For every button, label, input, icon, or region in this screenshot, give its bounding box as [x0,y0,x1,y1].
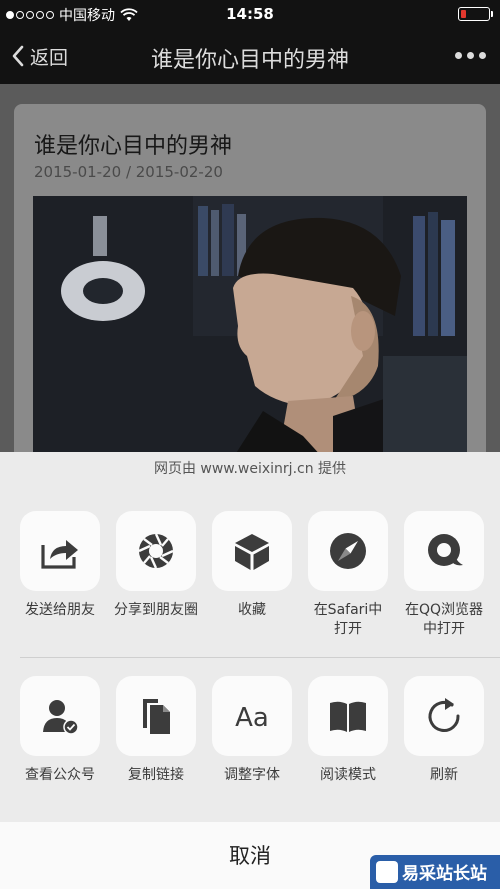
open-in-qq-browser-button[interactable]: 在QQ浏览器 中打开 [396,511,492,639]
safari-compass-icon [330,533,366,569]
portrait-image [33,196,467,458]
send-to-friend-icon [41,540,78,569]
view-official-account-tile[interactable] [20,676,100,756]
refresh-tile[interactable] [404,676,484,756]
navigation-bar: 返回 谁是你心目中的男神 [0,28,500,84]
adjust-font-label: 调整字体 [224,767,280,783]
copy-link-button[interactable]: 复制链接 [108,676,204,785]
back-label: 返回 [30,46,69,69]
reading-mode-button[interactable]: 阅读模式 [300,676,396,785]
favorite-label: 收藏 [238,602,266,618]
watermark-icon [376,861,398,883]
more-options-button[interactable] [455,52,486,59]
open-in-safari-button[interactable]: 在Safari中 打开 [300,511,396,639]
watermark-text: 易采站长站 [402,864,487,884]
battery-icon [458,7,493,21]
adjust-font-button[interactable]: Aa 调整字体 [204,676,300,785]
view-official-account-label: 查看公众号 [25,767,95,783]
share-to-moments-label: 分享到朋友圈 [114,602,198,618]
favorite-tile[interactable] [212,511,292,591]
moments-icon [138,533,174,569]
share-to-moments-tile[interactable] [116,511,196,591]
adjust-font-tile[interactable]: Aa [212,676,292,756]
open-in-safari-label: 在Safari中 打开 [313,602,383,637]
chevron-left-icon [12,45,24,67]
page-title: 谁是你心目中的男神 [150,48,349,73]
copy-link-label: 复制链接 [128,767,184,783]
font-size-icon-text: Aa [235,703,269,733]
reading-mode-label: 阅读模式 [320,767,376,783]
status-time: 14:58 [226,5,274,23]
refresh-label: 刷新 [430,767,458,783]
favorite-button[interactable]: 收藏 [204,511,300,620]
share-provider-text: 网页由 www.weixinrj.cn 提供 [153,461,347,477]
copy-link-icon [143,699,170,734]
open-in-safari-tile[interactable] [308,511,388,591]
share-to-moments-button[interactable]: 分享到朋友圈 [108,511,204,620]
refresh-button[interactable]: 刷新 [396,676,492,785]
row-divider [20,657,500,658]
article-date-range: 2015-01-20 / 2015-02-20 [34,163,223,181]
open-in-qq-browser-tile[interactable] [404,511,484,591]
send-to-friend-button[interactable]: 发送给朋友 [12,511,108,620]
back-button[interactable]: 返回 [10,40,68,72]
favorite-cube-icon [235,534,269,570]
copy-link-tile[interactable] [116,676,196,756]
qq-browser-icon [428,534,463,566]
article-title: 谁是你心目中的男神 [34,134,233,159]
official-account-icon [43,700,79,735]
refresh-icon [428,698,460,732]
reading-mode-tile[interactable] [308,676,388,756]
font-size-icon: Aa [235,703,269,733]
open-in-qq-browser-label: 在QQ浏览器 中打开 [404,602,484,637]
cancel-button[interactable]: 取消 [150,838,350,874]
watermark-logo: 易采站长站 [370,855,500,889]
send-to-friend-tile[interactable] [20,511,100,591]
status-bar: 中国移动 14:58 [0,0,500,28]
reading-mode-icon [330,701,366,732]
view-official-account-button[interactable]: 查看公众号 [12,676,108,785]
article-photo [33,196,467,458]
send-to-friend-label: 发送给朋友 [25,602,95,618]
